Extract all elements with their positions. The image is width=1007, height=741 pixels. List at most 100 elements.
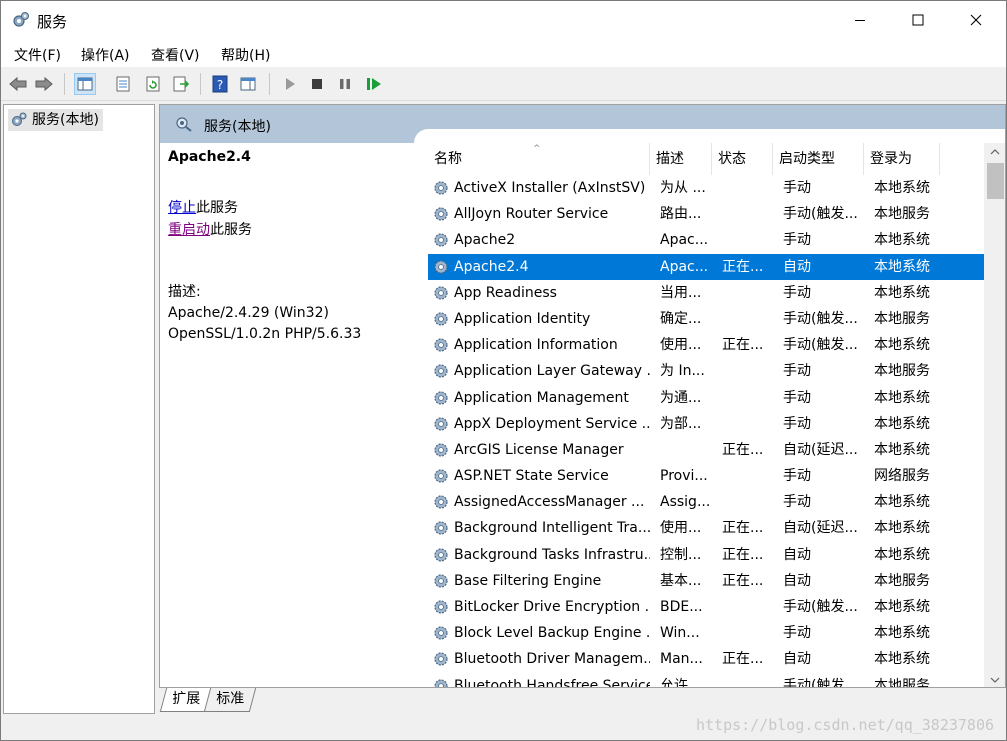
menu-help[interactable]: 帮助(H) [221,45,270,65]
scroll-up-button[interactable] [984,143,1005,161]
table-row[interactable]: ArcGIS License Manager 正在... 自动(延迟... 本地系统 [428,437,984,463]
service-logon-as: 本地服务 [874,363,930,380]
action-pane-icon [240,77,256,91]
service-status: 正在... [722,651,764,668]
resume-service-button[interactable] [363,73,385,95]
table-row[interactable]: Application Identity 确定... 手动(触发... 本地服务 [428,306,984,332]
service-description: Man... [660,651,703,668]
restart-service-link[interactable]: 重启动 [168,222,210,238]
gear-icon [434,521,448,536]
gear-icon [434,233,448,247]
service-startup-type: 手动(触发... [783,599,858,615]
refresh-button[interactable] [142,73,164,95]
service-logon-as: 本地系统 [874,441,930,458]
service-description: BDE... [660,599,703,615]
table-row[interactable]: AllJoyn Router Service 路由... 手动(触发... 本地服务 [428,201,984,227]
service-startup-type: 手动 [783,625,811,642]
table-row[interactable]: Bluetooth Handsfree Service 允许... 手动(触发...… [428,673,984,687]
service-startup-type: 手动 [783,232,811,249]
gear-icon [434,652,448,666]
export-list-button[interactable] [170,73,192,95]
table-row[interactable]: ASP.NET State Service Provi... 手动 网络服务 [428,463,984,489]
service-logon-as: 本地系统 [874,494,930,511]
table-row[interactable]: Application Information 使用... 正在... 手动(触发..… [428,332,984,358]
column-label: 描述 [656,151,684,167]
service-startup-type: 自动 [783,258,811,275]
table-row[interactable]: Base Filtering Engine 基本... 正在... 自动 本地服务 [428,568,984,594]
back-button[interactable] [7,73,29,95]
service-description: Apac... [660,258,709,275]
pause-service-button[interactable] [334,73,356,95]
column-header-name[interactable]: ^ 名称 [428,143,650,175]
services-list: ^ 名称 描述 状态 启动类型 登录为 ActiveX Installer (A… [428,143,984,687]
table-row[interactable]: Application Layer Gateway ... 为 In... 手动 本地… [428,358,984,384]
service-logon-as: 本地系统 [874,258,930,275]
vertical-scrollbar[interactable] [984,143,1005,687]
forward-arrow-icon [35,76,53,92]
service-status: 正在... [722,572,764,589]
table-row[interactable]: AppX Deployment Service ... 为部... 手动 本地系统 [428,411,984,437]
table-row[interactable]: Background Tasks Infrastru... 控制... 正在... 自… [428,542,984,568]
service-description: 基本... [660,572,702,589]
table-row[interactable]: App Readiness 当用... 手动 本地系统 [428,280,984,306]
table-row[interactable]: Bluetooth Driver Managem... Man... 正在... 自动… [428,646,984,672]
back-arrow-icon [9,76,27,92]
service-name: AssignedAccessManager ... [454,494,645,511]
table-row[interactable]: Application Management 为通... 手动 本地系统 [428,385,984,411]
scroll-thumb[interactable] [987,163,1004,199]
tree-item-services-local[interactable]: 服务(本地) [8,109,103,131]
menu-view[interactable]: 查看(V) [151,45,200,65]
title-bar[interactable]: 服务 [1,1,1006,39]
column-label: 状态 [718,151,746,167]
service-name: AllJoyn Router Service [454,206,609,223]
menu-action[interactable]: 操作(A) [81,45,130,65]
service-logon-as: 本地系统 [874,651,930,668]
gear-icon [434,417,448,431]
service-status: 正在... [722,520,764,537]
table-row[interactable]: ActiveX Installer (AxInstSV) 为从 ... 手动 本地系统 [428,175,984,201]
gear-icon [434,495,448,509]
service-logon-as: 本地服务 [874,206,930,223]
window-title: 服务 [37,13,68,31]
table-row[interactable]: Apache2.4 Apac... 正在... 自动 本地系统 [428,253,984,280]
stop-service-link[interactable]: 停止 [168,200,196,216]
table-row[interactable]: Apache2 Apac... 手动 本地系统 [428,227,984,253]
service-description: Win... [660,625,700,642]
gear-icon [434,600,448,614]
minimize-button[interactable] [831,1,889,39]
help-button[interactable]: ? [209,73,231,95]
table-row[interactable]: AssignedAccessManager ... Assig... 手动 本地系统 [428,489,984,515]
gear-icon [434,469,448,483]
service-logon-as: 网络服务 [874,468,930,485]
properties-button[interactable] [112,73,134,95]
show-hide-console-tree-button[interactable] [74,73,96,95]
column-header-startup-type[interactable]: 启动类型 [773,143,864,175]
table-row[interactable]: Block Level Backup Engine ... Win... 手动 本地系… [428,620,984,646]
column-header-logon-as[interactable]: 登录为 [864,143,940,175]
service-description: 使用... [660,520,702,537]
service-description: 为 In... [660,363,705,380]
column-header-description[interactable]: 描述 [650,143,712,175]
stop-service-button[interactable] [306,73,328,95]
stop-icon [312,79,322,89]
service-description: 使用... [660,337,702,354]
scroll-down-button[interactable] [984,671,1005,687]
gear-icon [434,207,448,221]
gear-icon [434,259,448,274]
export-list-icon [173,76,189,92]
maximize-button[interactable] [889,1,947,39]
show-action-pane-button[interactable] [237,73,259,95]
tab-standard[interactable]: 标准 [203,688,257,712]
service-startup-type: 手动 [783,389,811,406]
forward-button[interactable] [33,73,55,95]
service-startup-type: 手动 [783,284,811,301]
column-header-status[interactable]: 状态 [712,143,773,175]
table-row[interactable]: BitLocker Drive Encryption ... BDE... 手动(触… [428,594,984,620]
menu-file[interactable]: 文件(F) [14,45,61,65]
table-row[interactable]: Background Intelligent Tra... 使用... 正在... 自… [428,515,984,541]
close-icon [970,14,982,26]
service-startup-type: 手动(触发... [783,337,858,354]
close-button[interactable] [947,1,1005,39]
start-service-button[interactable] [279,73,301,95]
service-name: ActiveX Installer (AxInstSV) [454,180,646,196]
